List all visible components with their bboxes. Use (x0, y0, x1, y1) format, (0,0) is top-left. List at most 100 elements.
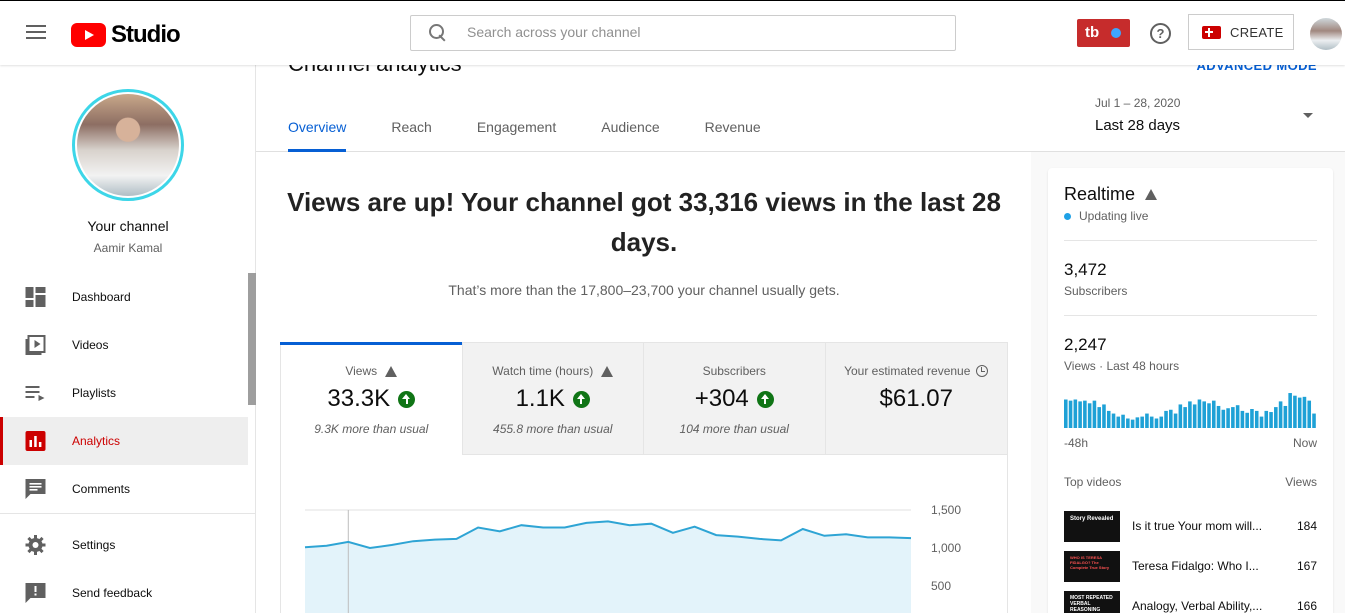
search-icon[interactable] (429, 24, 445, 40)
realtime-bar[interactable] (1226, 408, 1230, 428)
metric-views[interactable]: Views 33.3K 9.3K more than usual (280, 342, 463, 455)
realtime-bar[interactable] (1106, 410, 1111, 428)
video-views: 166 (1296, 599, 1317, 613)
sidebar-item-settings[interactable]: Settings (0, 521, 248, 569)
realtime-bar[interactable] (1245, 412, 1249, 428)
realtime-bar[interactable] (1231, 407, 1235, 428)
realtime-bar[interactable] (1312, 413, 1316, 428)
sidebar-item-dashboard[interactable]: Dashboard (0, 273, 248, 321)
metric-value-row: $61.07 (826, 385, 1008, 413)
tab-engagement[interactable]: Engagement (477, 117, 556, 152)
realtime-bar[interactable] (1278, 401, 1283, 428)
realtime-bar[interactable] (1202, 401, 1206, 428)
realtime-bar[interactable] (1211, 400, 1216, 428)
sidebar-item-feedback[interactable]: Send feedback (0, 569, 248, 613)
dashboard-icon (25, 287, 46, 307)
realtime-bar[interactable] (1221, 409, 1226, 428)
realtime-bar[interactable] (1092, 400, 1097, 428)
realtime-bar[interactable] (1164, 410, 1168, 428)
realtime-bar[interactable] (1116, 416, 1121, 428)
realtime-bar[interactable] (1126, 418, 1130, 429)
tab-revenue[interactable]: Revenue (705, 117, 761, 152)
warning-icon[interactable] (385, 365, 398, 377)
realtime-bar[interactable] (1259, 416, 1264, 428)
studio-logo[interactable]: Studio (71, 21, 181, 49)
realtime-bar[interactable] (1269, 412, 1273, 428)
realtime-subscribers-value: 3,472 (1064, 260, 1107, 279)
realtime-bar[interactable] (1111, 413, 1116, 428)
realtime-bar[interactable] (1130, 419, 1135, 428)
list-item[interactable]: MOST REPEATED VERBAL REASONING Analogy, … (1064, 590, 1317, 613)
menu-icon[interactable] (26, 25, 46, 41)
realtime-bar[interactable] (1283, 405, 1288, 428)
realtime-bar[interactable] (1064, 399, 1068, 429)
help-icon[interactable]: ? (1150, 23, 1171, 44)
date-range-picker[interactable]: Jul 1 – 28, 2020 Last 28 days (1095, 96, 1180, 134)
realtime-bar[interactable] (1154, 418, 1159, 429)
realtime-bar[interactable] (1188, 401, 1192, 428)
metric-watch-time[interactable]: Watch time (hours) 1.1K 455.8 more than … (462, 343, 644, 455)
realtime-bar[interactable] (1302, 396, 1307, 428)
realtime-bar[interactable] (1264, 410, 1269, 428)
y-tick-label: 500 (931, 579, 951, 593)
list-item[interactable]: WHO IS TERESA FIDALGO? The Complete True… (1064, 550, 1317, 582)
realtime-bar[interactable] (1102, 404, 1106, 428)
videos-icon (25, 335, 46, 355)
sidebar-item-videos[interactable]: Videos (0, 321, 248, 369)
video-thumbnail: MOST REPEATED VERBAL REASONING (1064, 590, 1120, 613)
tab-audience[interactable]: Audience (601, 117, 659, 152)
realtime-bar[interactable] (1235, 405, 1240, 428)
realtime-bar[interactable] (1274, 407, 1278, 428)
realtime-bar[interactable] (1135, 417, 1140, 428)
realtime-bar[interactable] (1250, 409, 1254, 428)
realtime-bar[interactable] (1254, 410, 1259, 428)
tab-reach[interactable]: Reach (391, 117, 431, 152)
realtime-bar[interactable] (1169, 409, 1173, 428)
video-title: Analogy, Verbal Ability,... (1132, 599, 1263, 613)
sidebar-item-comments[interactable]: Comments (0, 465, 248, 513)
tubebuddy-icon[interactable]: tb (1077, 19, 1130, 47)
tab-overview[interactable]: Overview (288, 117, 347, 152)
realtime-bar[interactable] (1083, 400, 1087, 428)
realtime-bar[interactable] (1207, 403, 1211, 428)
realtime-bar[interactable] (1159, 416, 1164, 428)
metric-subscribers[interactable]: Subscribers +304 104 more than usual (644, 343, 826, 455)
realtime-bar[interactable] (1068, 400, 1073, 428)
metric-note: 104 more than usual (679, 422, 789, 436)
realtime-bar[interactable] (1288, 393, 1292, 428)
sidebar-scrollbar[interactable] (248, 273, 256, 405)
realtime-bar[interactable] (1240, 410, 1245, 428)
realtime-bar[interactable] (1293, 395, 1297, 428)
realtime-bar[interactable] (1197, 399, 1202, 429)
chevron-down-icon[interactable] (1303, 113, 1313, 118)
realtime-bar[interactable] (1145, 413, 1149, 428)
realtime-bar[interactable] (1087, 403, 1092, 428)
realtime-bar[interactable] (1140, 416, 1144, 428)
realtime-bar[interactable] (1121, 414, 1125, 428)
clock-icon[interactable] (976, 365, 989, 377)
thumbnail-text: Story Revealed (1070, 515, 1114, 522)
realtime-bar[interactable] (1178, 404, 1183, 428)
warning-icon[interactable] (601, 365, 614, 377)
sidebar-item-analytics[interactable]: Analytics (0, 417, 248, 465)
realtime-bar[interactable] (1097, 407, 1101, 428)
list-item[interactable]: Story Revealed Is it true Your mom will.… (1064, 510, 1317, 542)
realtime-bar[interactable] (1173, 413, 1178, 428)
realtime-bar[interactable] (1307, 400, 1312, 428)
date-range-label: Last 28 days (1095, 117, 1181, 134)
search-input[interactable] (467, 24, 937, 40)
realtime-bar[interactable] (1073, 399, 1078, 429)
create-button[interactable]: CREATE (1188, 14, 1294, 50)
channel-avatar[interactable] (72, 89, 184, 201)
account-avatar[interactable] (1310, 18, 1342, 50)
metric-revenue[interactable]: Your estimated revenue $61.07 (825, 343, 1008, 455)
search-box[interactable] (410, 15, 956, 51)
sidebar-item-playlists[interactable]: Playlists (0, 369, 248, 417)
realtime-bar[interactable] (1183, 407, 1187, 428)
warning-icon[interactable] (1145, 189, 1158, 200)
realtime-bar[interactable] (1078, 401, 1082, 428)
realtime-bar[interactable] (1149, 416, 1154, 428)
realtime-bar[interactable] (1192, 404, 1197, 428)
realtime-bar[interactable] (1216, 405, 1221, 428)
realtime-bar[interactable] (1297, 397, 1302, 428)
